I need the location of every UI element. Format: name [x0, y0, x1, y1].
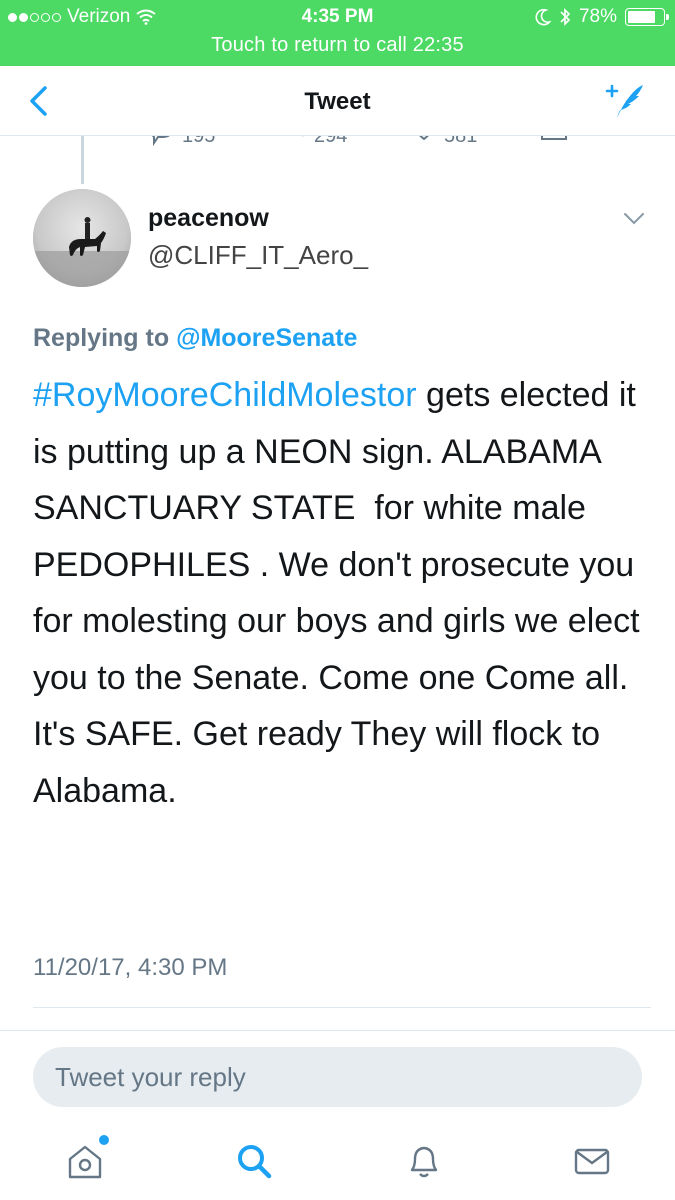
share-action[interactable]: [540, 136, 568, 149]
reply-input[interactable]: [33, 1047, 642, 1107]
like-action[interactable]: 581: [410, 136, 477, 149]
search-icon: [238, 1145, 272, 1179]
thread-connector-line: [81, 136, 84, 184]
reply-icon: [152, 136, 170, 147]
divider: [0, 1030, 675, 1031]
avatar[interactable]: [33, 189, 131, 287]
divider: [33, 1007, 651, 1008]
tweet-text: #RoyMooreChildMolestor gets elected it i…: [33, 367, 648, 819]
previous-tweet-actions: 195 294 581: [0, 136, 675, 156]
moon-icon: [535, 8, 551, 26]
unread-indicator: [99, 1135, 109, 1145]
reply-action[interactable]: 195: [148, 136, 215, 149]
replying-to: Replying to @MooreSenate: [33, 324, 357, 353]
user-handle[interactable]: @CLIFF_IT_Aero_: [148, 240, 368, 271]
retweet-icon: [302, 136, 304, 137]
reply-count: 195: [182, 136, 215, 148]
return-to-call-banner[interactable]: Touch to return to call 22:35: [0, 34, 675, 57]
tab-bar: [0, 1125, 675, 1200]
tab-search[interactable]: [232, 1139, 276, 1183]
share-icon: [541, 136, 567, 140]
mention-link[interactable]: @MooreSenate: [176, 324, 357, 352]
notifications-icon: [410, 1146, 438, 1178]
battery-icon: [625, 8, 669, 26]
retweet-action[interactable]: 294: [278, 136, 347, 149]
nav-bar: Tweet: [0, 66, 675, 136]
home-icon: [68, 1145, 102, 1179]
hashtag-link[interactable]: #RoyMooreChildMolestor: [33, 376, 417, 414]
tweet-timestamp: 11/20/17, 4:30 PM: [33, 954, 228, 981]
retweet-count: 294: [314, 136, 347, 148]
replying-to-label: Replying to: [33, 324, 170, 352]
avatar-photo: [33, 189, 131, 287]
compose-tweet-icon[interactable]: [605, 82, 645, 120]
tab-messages[interactable]: [570, 1139, 614, 1183]
tab-notifications[interactable]: [402, 1139, 446, 1183]
battery-percent: 78%: [578, 6, 617, 27]
tab-home[interactable]: [63, 1135, 109, 1183]
status-bar: Verizon 4:35 PM 78% Touch to return to c…: [0, 0, 675, 66]
status-indicators: 78%: [535, 6, 669, 28]
bluetooth-icon: [560, 7, 571, 27]
tweet-body: gets elected it is putting up a NEON sig…: [33, 376, 650, 810]
chevron-down-icon[interactable]: [623, 212, 645, 226]
messages-icon: [574, 1148, 610, 1175]
heart-icon: [419, 136, 429, 141]
display-name[interactable]: peacenow: [148, 204, 269, 233]
like-count: 581: [444, 136, 477, 148]
page-title: Tweet: [304, 88, 371, 115]
